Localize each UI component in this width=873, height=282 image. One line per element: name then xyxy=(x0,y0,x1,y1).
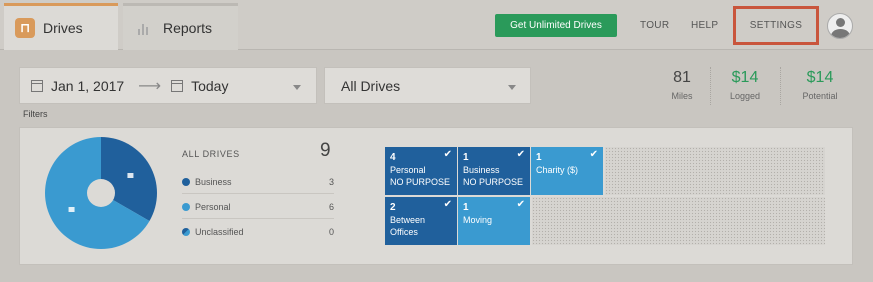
tile-label: Charity ($) xyxy=(536,165,579,175)
potential-stat: $14 Potential xyxy=(790,69,850,101)
logged-stat: $14 Logged xyxy=(719,69,771,101)
bar-chart-icon xyxy=(137,21,151,35)
legend-item-unclassified[interactable]: Unclassified 0 xyxy=(182,220,334,244)
slice-icon-business xyxy=(127,173,134,178)
start-date-value[interactable]: Jan 1, 2017 xyxy=(51,78,124,94)
potential-label: Potential xyxy=(802,91,838,101)
legend-label: Unclassified xyxy=(195,227,244,237)
legend-label: Business xyxy=(195,176,232,187)
personal-dot xyxy=(182,202,190,211)
legend-title: ALL DRIVES xyxy=(182,149,240,159)
tile-sublabel: Offices xyxy=(390,227,418,237)
checkmark-icon: ✔ xyxy=(443,149,452,160)
top-bar: ⊓ Drives Reports Get Unlimited Drives TO… xyxy=(0,0,873,50)
tile-sublabel: NO PURPOSE xyxy=(463,177,524,187)
slice-icon-personal xyxy=(68,207,75,212)
tab-reports[interactable]: Reports xyxy=(123,3,238,50)
legend-label: Personal xyxy=(195,201,231,212)
tile-between-offices[interactable]: 2 ✔ Between Offices xyxy=(385,197,457,245)
tile-label: Personal xyxy=(390,165,426,175)
unclassified-dot xyxy=(182,228,190,236)
logged-label: Logged xyxy=(729,91,761,101)
miles-stat: 81 Miles xyxy=(660,69,704,101)
drives-summary-panel: ALL DRIVES 9 Business 3 Personal 6 Uncla… xyxy=(19,127,853,265)
divider xyxy=(710,67,711,105)
tab-drives-label: Drives xyxy=(43,20,83,36)
logged-value: $14 xyxy=(731,69,759,86)
miles-label: Miles xyxy=(671,91,693,101)
drives-pie-chart[interactable] xyxy=(44,136,158,250)
empty-tile-area xyxy=(605,147,825,195)
arrow-right-icon: ⟶ xyxy=(138,77,162,95)
checkmark-icon: ✔ xyxy=(443,199,452,210)
help-link[interactable]: HELP xyxy=(691,20,718,31)
chevron-down-icon xyxy=(508,85,516,90)
date-range-filter[interactable]: Jan 1, 2017 ⟶ Today xyxy=(19,67,317,104)
legend-item-business[interactable]: Business 3 xyxy=(182,170,334,194)
drives-app-icon: ⊓ xyxy=(15,18,35,38)
tile-label: Between xyxy=(390,215,426,225)
business-dot xyxy=(182,177,190,186)
tour-link[interactable]: TOUR xyxy=(640,20,669,31)
miles-value: 81 xyxy=(673,69,691,86)
user-avatar-icon[interactable] xyxy=(827,13,853,39)
empty-tile-area xyxy=(532,197,825,245)
tab-reports-label: Reports xyxy=(163,20,213,36)
chevron-down-icon xyxy=(293,85,301,90)
checkmark-icon: ✔ xyxy=(516,149,525,160)
legend-count: 6 xyxy=(328,201,334,212)
tab-drives[interactable]: ⊓ Drives xyxy=(4,3,118,50)
drive-type-value: All Drives xyxy=(341,77,401,94)
get-unlimited-drives-button[interactable]: Get Unlimited Drives xyxy=(495,14,617,37)
tile-personal[interactable]: 4 ✔ Personal NO PURPOSE xyxy=(385,147,457,195)
divider xyxy=(780,67,781,105)
calendar-icon xyxy=(31,79,43,92)
tile-moving[interactable]: 1 ✔ Moving xyxy=(458,197,530,245)
legend-item-personal[interactable]: Personal 6 xyxy=(182,195,334,219)
legend-count: 3 xyxy=(328,176,334,187)
filters-label[interactable]: Filters xyxy=(23,109,48,119)
tile-charity[interactable]: 1 ✔ Charity ($) xyxy=(531,147,603,195)
legend-count: 0 xyxy=(328,227,334,237)
drive-type-select[interactable]: All Drives xyxy=(324,67,531,104)
end-date-value[interactable]: Today xyxy=(191,78,228,94)
potential-value: $14 xyxy=(806,69,834,86)
calendar-icon xyxy=(171,79,184,92)
checkmark-icon: ✔ xyxy=(516,199,525,210)
tile-label: Moving xyxy=(463,215,493,225)
tile-sublabel: NO PURPOSE xyxy=(390,177,451,187)
pie-center-hole xyxy=(87,179,115,207)
checkmark-icon: ✔ xyxy=(589,149,598,160)
tile-business[interactable]: 1 ✔ Business NO PURPOSE xyxy=(458,147,530,195)
drives-total: 9 xyxy=(320,140,331,161)
settings-link[interactable]: SETTINGS xyxy=(733,6,819,45)
settings-label: SETTINGS xyxy=(749,20,803,31)
tile-label: Business xyxy=(463,165,500,175)
